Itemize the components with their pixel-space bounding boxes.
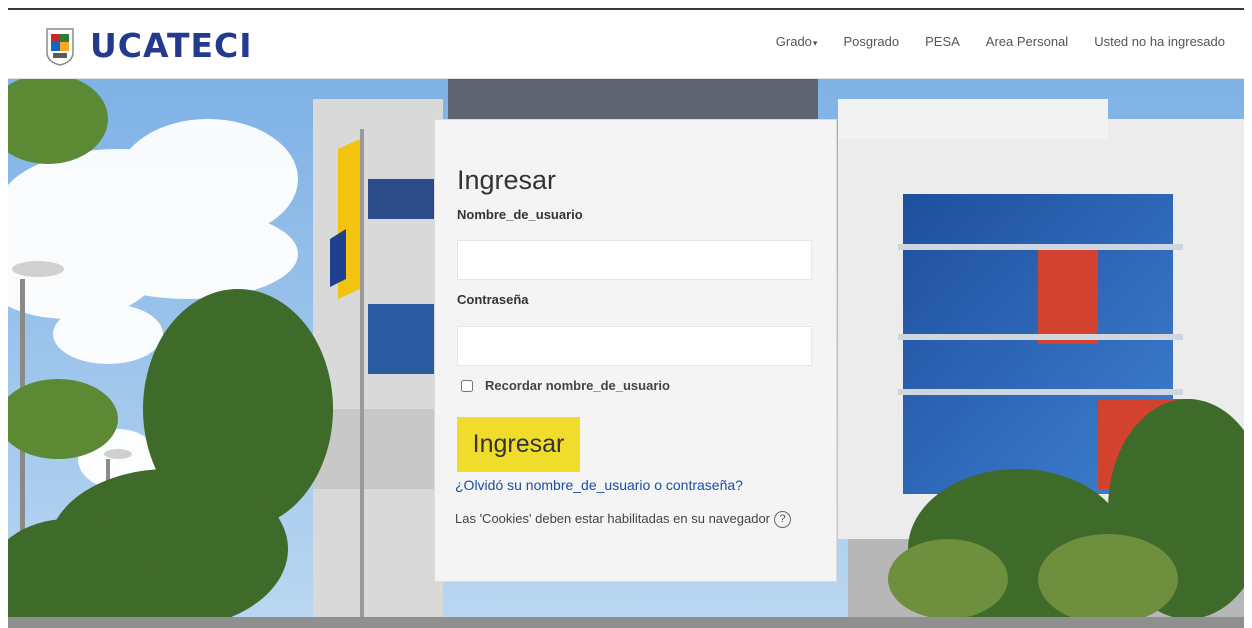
password-label: Contraseña bbox=[457, 292, 529, 307]
username-input[interactable] bbox=[457, 240, 812, 280]
nav-item-posgrado[interactable]: Posgrado bbox=[830, 32, 912, 53]
nav-item-grado[interactable]: Grado▾ bbox=[763, 32, 831, 53]
page-footer-bar bbox=[8, 617, 1244, 628]
remember-username-checkbox[interactable] bbox=[461, 379, 473, 392]
nav-item-pesa[interactable]: PESA bbox=[912, 32, 973, 53]
brand-logo[interactable]: UCATECI bbox=[44, 26, 253, 66]
remember-username-row: Recordar nombre_de_usuario bbox=[461, 378, 670, 393]
cookies-notice-text: Las 'Cookies' deben estar habilitadas en… bbox=[455, 511, 771, 526]
login-submit-button[interactable]: Ingresar bbox=[457, 417, 580, 472]
nav-item-area-personal[interactable]: Area Personal bbox=[973, 32, 1081, 53]
brand-name: UCATECI bbox=[90, 26, 253, 65]
caret-down-icon: ▾ bbox=[812, 38, 818, 48]
nav-item-login-status[interactable]: Usted no ha ingresado bbox=[1081, 32, 1238, 53]
login-form: Ingresar Nombre_de_usuario Contraseña Re… bbox=[434, 119, 837, 582]
top-navbar: UCATECI Grado▾ Posgrado PESA Area Person… bbox=[8, 10, 1244, 79]
remember-username-label[interactable]: Recordar nombre_de_usuario bbox=[485, 378, 670, 393]
cookies-notice: Las 'Cookies' deben estar habilitadas en… bbox=[455, 504, 800, 534]
help-icon[interactable]: ? bbox=[774, 511, 792, 529]
password-input[interactable] bbox=[457, 326, 812, 366]
nav-item-grado-label: Grado bbox=[775, 34, 812, 49]
university-crest-icon bbox=[46, 28, 74, 66]
main-navigation: Grado▾ Posgrado PESA Area Personal Usted… bbox=[763, 32, 1238, 53]
login-title: Ingresar bbox=[457, 165, 557, 195]
forgot-credentials-link[interactable]: ¿Olvidó su nombre_de_usuario o contraseñ… bbox=[455, 477, 743, 493]
username-label: Nombre_de_usuario bbox=[457, 207, 583, 222]
